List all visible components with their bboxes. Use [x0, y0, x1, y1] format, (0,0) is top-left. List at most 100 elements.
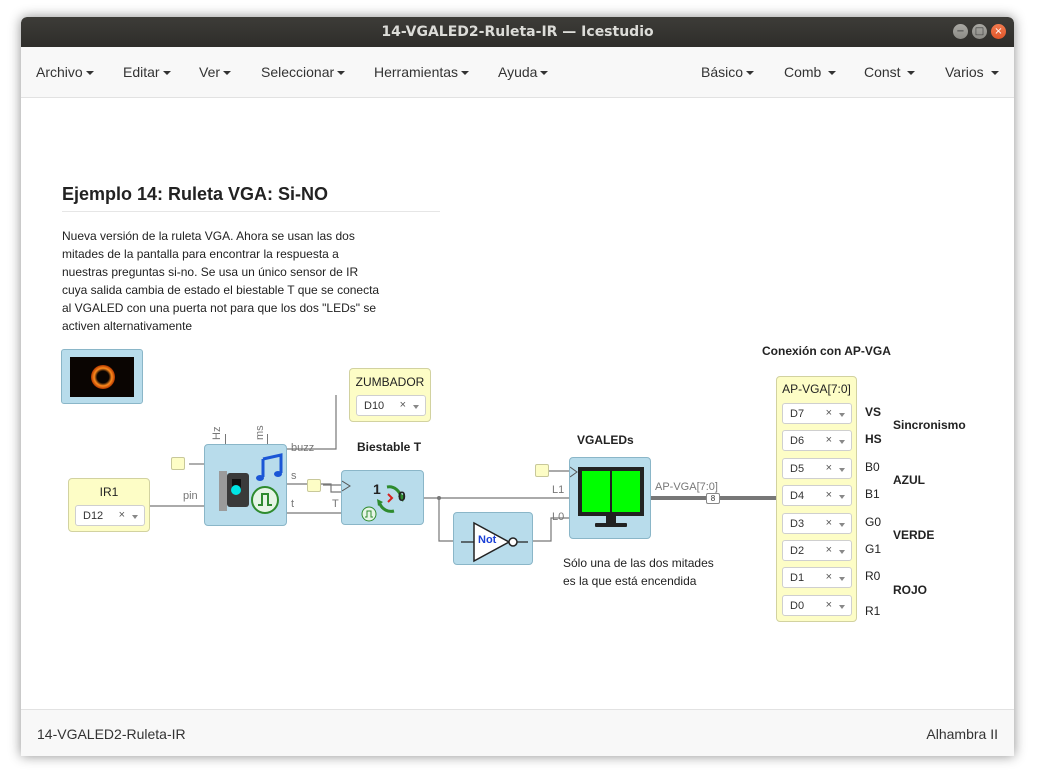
group-rojo: ROJO [893, 583, 928, 597]
ap-vga-pin-select-1[interactable]: D6 × [782, 430, 852, 451]
toggle-flipflop-icon [341, 480, 405, 522]
ap-vga-pin-select-5[interactable]: D2 × [782, 540, 852, 561]
buzzer-enable-pin[interactable] [171, 457, 185, 470]
clear-icon[interactable]: × [826, 517, 832, 529]
menu-seleccionar[interactable]: Seleccionar [261, 64, 346, 80]
port-ms-tick [267, 434, 268, 444]
clear-icon[interactable]: × [400, 399, 406, 411]
clear-icon[interactable]: × [826, 571, 832, 583]
menu-label: Ver [199, 64, 221, 80]
buzzer-module[interactable] [204, 444, 287, 526]
menu-comb[interactable]: Comb [784, 64, 837, 80]
caret-down-icon [907, 71, 916, 76]
pin-value: D7 [790, 408, 805, 420]
signal-b1: B1 [865, 487, 880, 501]
chevron-down-icon [839, 550, 845, 554]
port-hz: Hz [211, 426, 223, 440]
chevron-down-icon [839, 577, 845, 581]
caret-down-icon [746, 71, 755, 76]
pin-value: D6 [790, 435, 805, 447]
zumbador-title: ZUMBADOR [355, 375, 425, 389]
monitor-icon [569, 466, 644, 527]
zumbador-pin-select[interactable]: D10 × [356, 395, 426, 416]
minimize-button[interactable]: − [953, 24, 968, 39]
wire-junction [437, 496, 441, 500]
clear-icon[interactable]: × [826, 489, 832, 501]
bus-label: AP-VGA[7:0] [655, 481, 718, 493]
caret-down-icon [337, 71, 346, 76]
chevron-down-icon [839, 605, 845, 609]
menu-varios[interactable]: Varios [945, 64, 999, 80]
group-verde: VERDE [893, 528, 935, 542]
clear-icon[interactable]: × [119, 509, 125, 521]
zumbador-output-block[interactable]: ZUMBADOR D10 × [349, 368, 431, 422]
clear-icon[interactable]: × [826, 462, 832, 474]
menu-const[interactable]: Const [864, 64, 916, 80]
signal-g1: G1 [865, 542, 882, 556]
menu-label: Básico [701, 64, 744, 80]
clear-icon[interactable]: × [826, 544, 832, 556]
chevron-down-icon [132, 515, 138, 519]
signal-hs: HS [865, 432, 882, 446]
chevron-down-icon [839, 523, 845, 527]
image-block[interactable] [61, 349, 143, 404]
menu-archivo[interactable]: Archivo [36, 64, 94, 80]
pin-value: D1 [790, 572, 805, 584]
menu-ver[interactable]: Ver [199, 64, 232, 80]
menu-basico[interactable]: Básico [701, 64, 755, 80]
ap-vga-output-block[interactable]: AP-VGA[7:0] D7 × D6 × D5 × D4 × D3 × D2 × D1 × … [776, 376, 857, 622]
clear-icon[interactable]: × [826, 434, 832, 446]
menu-label: Herramientas [374, 64, 459, 80]
ap-vga-pin-select-2[interactable]: D5 × [782, 458, 852, 479]
vgaleds-module[interactable] [569, 457, 651, 539]
menu-label: Editar [123, 64, 160, 80]
biestable-t-module[interactable]: 1 0 [341, 470, 424, 525]
caret-down-icon [461, 71, 470, 76]
ir1-title: IR1 [99, 485, 119, 499]
clear-icon[interactable]: × [826, 407, 832, 419]
title-bar: 14-VGALED2-Ruleta-IR — Icestudio − □ × [21, 17, 1014, 47]
not-gate-label: Not [478, 534, 497, 546]
pin-value: D4 [790, 490, 805, 502]
signal-r0: R0 [865, 569, 881, 583]
ap-vga-pin-select-3[interactable]: D4 × [782, 485, 852, 506]
ap-vga-pin-select-7[interactable]: D0 × [782, 595, 852, 616]
menu-editar[interactable]: Editar [123, 64, 171, 80]
chevron-down-icon [839, 413, 845, 417]
signal-r1: R1 [865, 604, 881, 618]
signal-vs: VS [865, 405, 882, 419]
pin-value: D10 [364, 400, 385, 412]
port-ms: ms [254, 425, 266, 440]
window-title: 14-VGALED2-Ruleta-IR — Icestudio [381, 24, 654, 40]
board-name[interactable]: Alhambra II [926, 726, 998, 742]
menu-herramientas[interactable]: Herramientas [374, 64, 470, 80]
biestable-clk-pin[interactable] [307, 479, 321, 492]
signal-b0: B0 [865, 460, 880, 474]
caret-down-icon [990, 71, 999, 76]
menu-ayuda[interactable]: Ayuda [498, 64, 549, 80]
design-canvas[interactable]: Ejemplo 14: Ruleta VGA: Si-NO Nueva vers… [21, 98, 1014, 709]
black-hole-image [70, 357, 134, 397]
black-hole-ring-icon [91, 365, 115, 389]
ap-vga-pin-select-0[interactable]: D7 × [782, 403, 852, 424]
port-t: t [291, 498, 295, 510]
chevron-down-icon [413, 405, 419, 409]
chevron-down-icon [839, 495, 845, 499]
ap-vga-pin-select-4[interactable]: D3 × [782, 513, 852, 534]
ap-vga-title: AP-VGA[7:0] [782, 382, 851, 396]
flipflop-one: 1 [373, 481, 381, 497]
ir1-input-block[interactable]: IR1 D12 × [68, 478, 150, 532]
wire-buzz [287, 395, 337, 450]
chevron-down-icon [839, 440, 845, 444]
ir1-pin-select[interactable]: D12 × [75, 505, 145, 526]
vgaleds-enable-pin[interactable] [535, 464, 549, 477]
maximize-button[interactable]: □ [972, 24, 987, 39]
menu-label: Seleccionar [261, 64, 335, 80]
ap-vga-pin-select-6[interactable]: D1 × [782, 567, 852, 588]
close-button[interactable]: × [991, 24, 1006, 39]
menu-label: Archivo [36, 64, 83, 80]
menu-label: Const [864, 64, 901, 80]
not-gate-module[interactable]: Not [453, 512, 533, 565]
vgaleds-label: VGALEDs [577, 433, 634, 447]
clear-icon[interactable]: × [826, 599, 832, 611]
